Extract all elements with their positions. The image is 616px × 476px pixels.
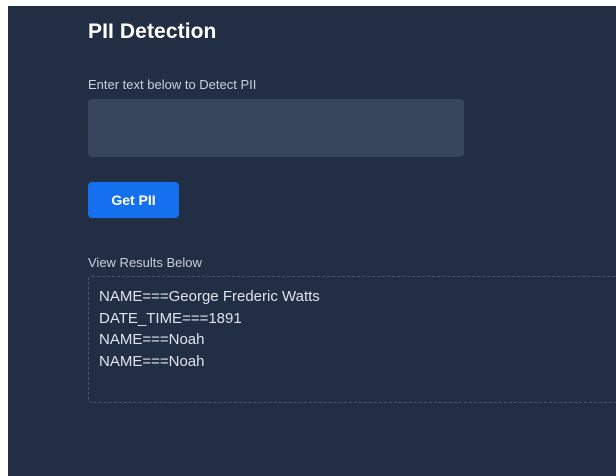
result-line: NAME===Noah (99, 331, 205, 348)
pii-detection-panel: PII Detection Enter text below to Detect… (8, 6, 616, 476)
page-title: PII Detection (88, 20, 217, 43)
text-input-label: Enter text below to Detect PII (88, 77, 257, 92)
get-pii-button[interactable]: Get PII (88, 182, 179, 218)
result-line: DATE_TIME===1891 (99, 309, 242, 327)
results-label: View Results Below (88, 255, 202, 270)
results-output: NAME===George Frederic Watts DATE_TIME==… (88, 276, 616, 403)
pii-text-input[interactable] (88, 99, 464, 157)
result-line: NAME===George Frederic Watts (99, 288, 320, 305)
result-line: NAME===Noah (99, 352, 205, 370)
